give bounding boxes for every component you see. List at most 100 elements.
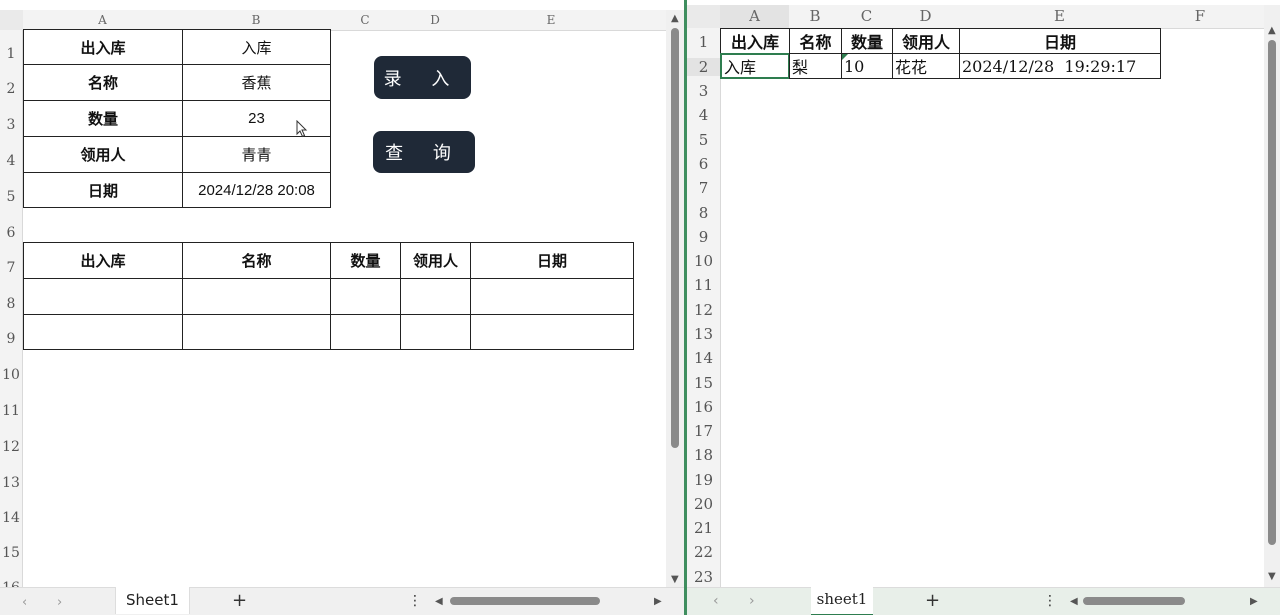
result-cell[interactable] xyxy=(400,278,471,315)
row-header[interactable]: 1 xyxy=(0,46,22,62)
column-header-b[interactable]: B xyxy=(789,5,841,28)
row-header[interactable]: 6 xyxy=(687,155,720,173)
row-header[interactable]: 10 xyxy=(0,367,22,383)
result-cell[interactable] xyxy=(182,314,331,350)
row-header[interactable]: 20 xyxy=(687,495,720,513)
scroll-thumb[interactable] xyxy=(671,28,679,448)
row-header[interactable]: 14 xyxy=(687,349,720,367)
add-sheet-button[interactable]: + xyxy=(925,590,940,611)
more-options-icon[interactable]: ⋮ xyxy=(1043,593,1057,609)
column-header-c[interactable]: C xyxy=(841,5,892,28)
scroll-thumb[interactable] xyxy=(1268,40,1276,545)
row-header[interactable]: 19 xyxy=(687,471,720,489)
scroll-down-icon[interactable]: ▼ xyxy=(671,574,679,585)
chevron-left-icon[interactable]: ‹ xyxy=(713,593,719,609)
header-date[interactable]: 日期 xyxy=(959,28,1161,54)
data-cell-quantity[interactable]: 10 xyxy=(841,53,893,79)
form-value-name[interactable]: 香蕉 xyxy=(182,64,331,101)
scroll-right-icon[interactable]: ▶ xyxy=(654,596,662,607)
row-header[interactable]: 3 xyxy=(0,117,22,133)
data-cell-recipient[interactable]: 花花 xyxy=(892,53,960,79)
header-quantity[interactable]: 数量 xyxy=(841,28,893,54)
result-cell[interactable] xyxy=(400,314,471,350)
add-sheet-button[interactable]: + xyxy=(232,590,247,611)
row-header[interactable]: 8 xyxy=(0,296,22,312)
row-header[interactable]: 2 xyxy=(0,81,22,97)
scroll-left-icon[interactable]: ◀ xyxy=(435,596,443,607)
query-button[interactable]: 查 询 xyxy=(373,131,475,173)
data-cell-date[interactable]: 2024/12/28 19:29:17 xyxy=(959,53,1161,79)
row-header[interactable]: 5 xyxy=(687,131,720,149)
horizontal-scroll-thumb[interactable] xyxy=(450,597,600,605)
more-options-icon[interactable]: ⋮ xyxy=(408,593,422,609)
column-header-b[interactable]: B xyxy=(182,10,330,30)
chevron-left-icon[interactable]: ‹ xyxy=(22,595,27,610)
row-header[interactable]: 7 xyxy=(687,179,720,197)
scroll-up-icon[interactable]: ▲ xyxy=(671,13,679,24)
row-header[interactable]: 18 xyxy=(687,446,720,464)
result-cell[interactable] xyxy=(23,278,183,315)
row-header[interactable]: 9 xyxy=(0,331,22,347)
form-value-date[interactable]: 2024/12/28 20:08 xyxy=(182,172,331,208)
select-all-corner[interactable] xyxy=(687,5,721,29)
form-value-inout[interactable]: 入库 xyxy=(182,29,331,65)
form-value-recipient[interactable]: 青青 xyxy=(182,136,331,173)
result-cell[interactable] xyxy=(330,314,401,350)
row-header[interactable]: 5 xyxy=(0,189,22,205)
result-cell[interactable] xyxy=(470,314,634,350)
form-value-quantity[interactable]: 23 xyxy=(182,100,331,137)
row-header[interactable]: 13 xyxy=(0,475,22,491)
result-cell[interactable] xyxy=(23,314,183,350)
vertical-scrollbar[interactable]: ▲ ▼ xyxy=(666,10,684,590)
chevron-right-icon[interactable]: › xyxy=(749,593,755,609)
row-header[interactable]: 1 xyxy=(687,33,720,51)
row-header[interactable]: 16 xyxy=(687,398,720,416)
scroll-left-icon[interactable]: ◀ xyxy=(1070,596,1078,607)
row-header[interactable]: 6 xyxy=(0,225,22,241)
row-header[interactable]: 11 xyxy=(687,276,720,294)
result-cell[interactable] xyxy=(182,278,331,315)
row-header[interactable]: 2 xyxy=(687,58,720,76)
horizontal-scroll-thumb[interactable] xyxy=(1083,597,1185,605)
row-header[interactable]: 3 xyxy=(687,82,720,100)
column-header-e[interactable]: E xyxy=(959,5,1160,28)
row-header[interactable]: 13 xyxy=(687,325,720,343)
scroll-down-icon[interactable]: ▼ xyxy=(1268,571,1276,582)
column-header-e[interactable]: E xyxy=(470,10,632,30)
row-header[interactable]: 12 xyxy=(687,301,720,319)
row-header[interactable]: 8 xyxy=(687,204,720,222)
column-header-d[interactable]: D xyxy=(892,5,959,28)
row-header[interactable]: 7 xyxy=(0,260,22,276)
row-header[interactable]: 17 xyxy=(687,422,720,440)
row-header[interactable]: 23 xyxy=(687,568,720,586)
row-header[interactable]: 4 xyxy=(0,153,22,169)
column-header-a[interactable]: A xyxy=(23,10,182,30)
select-all-corner[interactable] xyxy=(0,10,24,31)
row-header[interactable]: 15 xyxy=(687,374,720,392)
result-cell[interactable] xyxy=(330,278,401,315)
row-header[interactable]: 4 xyxy=(687,106,720,124)
sheet-tab[interactable]: Sheet1 xyxy=(115,587,190,614)
row-header[interactable]: 15 xyxy=(0,545,22,561)
enter-button[interactable]: 录 入 xyxy=(374,56,471,99)
scroll-right-icon[interactable]: ▶ xyxy=(1250,596,1258,607)
column-header-c[interactable]: C xyxy=(330,10,400,30)
data-cell-name[interactable]: 梨 xyxy=(789,53,842,79)
row-header[interactable]: 10 xyxy=(687,252,720,270)
vertical-scrollbar[interactable]: ▲ ▼ xyxy=(1264,5,1280,588)
sheet-tab[interactable]: sheet1 xyxy=(811,587,873,615)
column-header-d[interactable]: D xyxy=(400,10,470,30)
header-name[interactable]: 名称 xyxy=(789,28,842,54)
header-inout[interactable]: 出入库 xyxy=(720,28,790,54)
data-cell-inout[interactable]: 入库 xyxy=(720,53,790,79)
scroll-up-icon[interactable]: ▲ xyxy=(1268,25,1276,36)
row-header[interactable]: 12 xyxy=(0,439,22,455)
column-header-f[interactable]: F xyxy=(1160,5,1240,28)
header-recipient[interactable]: 领用人 xyxy=(892,28,960,54)
row-header[interactable]: 21 xyxy=(687,519,720,537)
row-header[interactable]: 14 xyxy=(0,510,22,526)
chevron-right-icon[interactable]: › xyxy=(57,595,62,610)
row-header[interactable]: 22 xyxy=(687,543,720,561)
result-cell[interactable] xyxy=(470,278,634,315)
row-header[interactable]: 9 xyxy=(687,228,720,246)
